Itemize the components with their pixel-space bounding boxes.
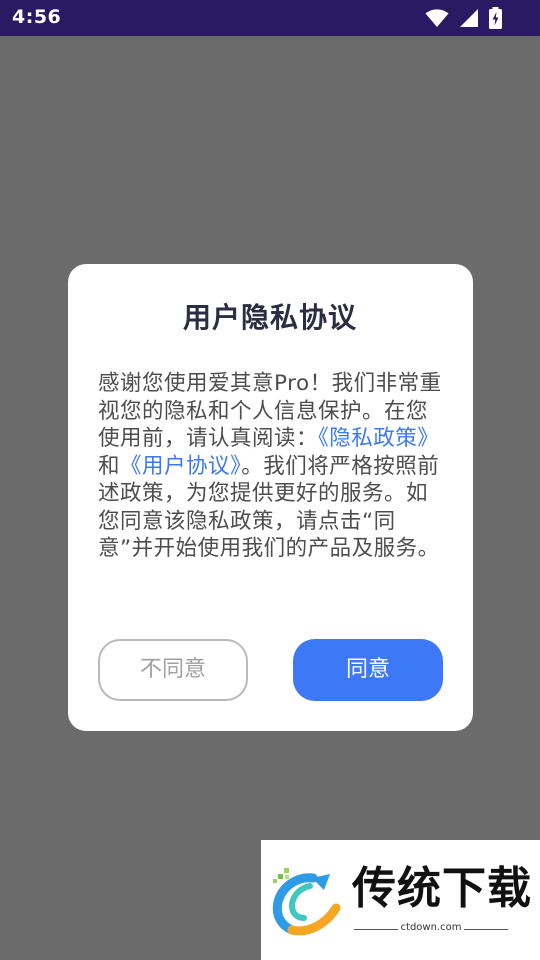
agree-button[interactable]: 同意 — [293, 639, 443, 701]
status-bar: 4:56 — [0, 0, 540, 36]
dialog-title: 用户隐私协议 — [182, 301, 357, 334]
battery-charging-icon — [489, 7, 502, 29]
user-agreement-link[interactable]: 《用户协议》 — [120, 454, 241, 479]
signal-icon — [459, 8, 479, 28]
wifi-icon — [425, 8, 449, 28]
watermark-divider-right — [464, 929, 508, 930]
decline-button[interactable]: 不同意 — [98, 639, 248, 701]
watermark-logo-icon — [268, 866, 346, 936]
dialog-body: 感谢您使用爱其意Pro！我们非常重视您的隐私和个人信息保护。在您使用前，请认真阅… — [98, 370, 443, 563]
status-time: 4:56 — [12, 6, 62, 28]
status-icons — [425, 7, 502, 29]
watermark-name: 传统下载 — [352, 863, 532, 914]
watermark-url: ctdown.com — [400, 922, 462, 933]
body-conjunction-text: 和 — [98, 453, 121, 479]
privacy-policy-link[interactable]: 《隐私政策》 — [318, 426, 439, 451]
